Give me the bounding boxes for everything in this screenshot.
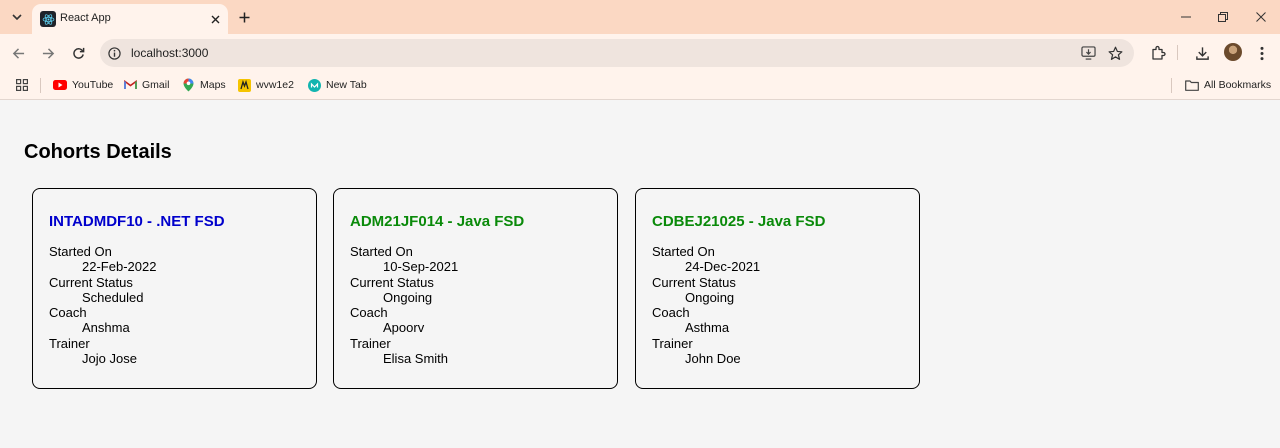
coach-label: Coach	[350, 305, 388, 321]
trainer-value: John Doe	[685, 351, 741, 367]
star-icon[interactable]	[1107, 45, 1123, 61]
youtube-icon	[53, 78, 67, 92]
forward-button[interactable]	[38, 43, 58, 63]
bookmark-label: wvw1e2	[256, 79, 294, 91]
cohort-card: CDBEJ21025 - Java FSD Started On 24-Dec-…	[635, 188, 920, 389]
close-icon	[211, 15, 219, 23]
tab-strip: React App	[0, 0, 1280, 34]
started-on-label: Started On	[652, 244, 715, 259]
tab-search-button[interactable]	[6, 7, 28, 27]
trainer-label: Trainer	[652, 335, 693, 351]
arrow-right-icon	[42, 47, 54, 59]
trainer-value: Elisa Smith	[383, 351, 449, 367]
back-button[interactable]	[8, 43, 28, 63]
tab-title: React App	[60, 12, 111, 24]
started-on-value: 24-Dec-2021	[685, 259, 761, 275]
current-status-value: Ongoing	[383, 289, 433, 305]
bookmark-favicon	[237, 78, 251, 92]
all-bookmarks-button[interactable]: All Bookmarks	[1185, 77, 1271, 93]
started-on-value: 10-Sep-2021	[383, 259, 459, 275]
active-tab[interactable]: React App	[32, 4, 228, 34]
reload-icon	[72, 47, 84, 59]
profile-avatar[interactable]	[1224, 43, 1242, 61]
cohort-card: ADM21JF014 - Java FSD Started On 10-Sep-…	[333, 188, 618, 389]
bookmark-new-tab[interactable]: New Tab	[307, 77, 367, 93]
arrow-left-icon	[12, 47, 24, 59]
apps-grid-icon	[15, 78, 29, 92]
chevron-down-icon	[12, 14, 22, 20]
bookmark-label: New Tab	[326, 79, 367, 91]
toolbar-divider	[1177, 45, 1178, 60]
bookmark-youtube[interactable]: YouTube	[53, 77, 113, 93]
current-status-value: Scheduled	[82, 289, 144, 305]
started-on-value: 22-Feb-2022	[82, 259, 157, 275]
bookmark-label: Maps	[200, 79, 226, 91]
started-on-label: Started On	[350, 244, 413, 259]
coach-label: Coach	[49, 305, 87, 321]
more-menu-icon[interactable]	[1253, 44, 1271, 62]
new-tab-button[interactable]	[234, 7, 254, 27]
coach-label: Coach	[652, 305, 690, 321]
started-on-label: Started On	[49, 244, 112, 259]
install-app-icon[interactable]	[1080, 45, 1096, 61]
browser-toolbar: localhost:3000	[0, 34, 1280, 71]
new-tab-favicon	[307, 78, 321, 92]
cohort-details: Started On 22-Feb-2022 Current Status Sc…	[49, 244, 156, 366]
apps-button[interactable]	[15, 77, 34, 93]
site-info-icon[interactable]	[107, 46, 121, 60]
extensions-icon[interactable]	[1149, 44, 1167, 62]
folder-icon	[1185, 78, 1199, 92]
cohort-details: Started On 10-Sep-2021 Current Status On…	[350, 244, 458, 366]
coach-value: Apoorv	[383, 320, 425, 336]
bookmark-label: YouTube	[72, 79, 114, 91]
bookmark-maps[interactable]: Maps	[181, 77, 226, 93]
tab-close-button[interactable]	[206, 10, 224, 28]
address-bar[interactable]: localhost:3000	[100, 39, 1134, 67]
gmail-icon	[123, 78, 137, 92]
bookmarks-divider	[40, 78, 41, 93]
reload-button[interactable]	[68, 43, 88, 63]
coach-value: Anshma	[82, 320, 130, 336]
cohort-title: INTADMDF10 - .NET FSD	[49, 213, 225, 230]
trainer-label: Trainer	[350, 335, 391, 351]
restore-button[interactable]	[1211, 6, 1235, 28]
close-window-button[interactable]	[1249, 6, 1273, 28]
bookmarks-divider	[1171, 78, 1172, 93]
bookmark-label: Gmail	[142, 79, 170, 91]
react-icon	[40, 11, 56, 27]
bookmarks-bar: YouTube Gmail Maps wvw1e2 New Tab All Bo…	[0, 71, 1280, 100]
trainer-label: Trainer	[49, 335, 90, 351]
cohort-card: INTADMDF10 - .NET FSD Started On 22-Feb-…	[32, 188, 317, 389]
minimize-icon	[1181, 16, 1191, 18]
cohort-title: ADM21JF014 - Java FSD	[350, 213, 525, 230]
current-status-label: Current Status	[350, 274, 434, 290]
cohort-title: CDBEJ21025 - Java FSD	[652, 213, 826, 230]
restore-icon	[1218, 12, 1228, 22]
current-status-value: Ongoing	[685, 289, 735, 305]
all-bookmarks-label: All Bookmarks	[1204, 79, 1272, 91]
coach-value: Asthma	[685, 320, 730, 336]
page-title: Cohorts Details	[24, 141, 172, 163]
close-icon	[1256, 12, 1266, 22]
bookmark-gmail[interactable]: Gmail	[123, 77, 169, 93]
bookmark-wvw1e2[interactable]: wvw1e2	[237, 77, 294, 93]
maps-icon	[181, 78, 195, 92]
minimize-button[interactable]	[1174, 6, 1198, 28]
current-status-label: Current Status	[49, 274, 133, 290]
download-icon[interactable]	[1193, 44, 1211, 62]
current-status-label: Current Status	[652, 274, 736, 290]
cohort-details: Started On 24-Dec-2021 Current Status On…	[652, 244, 760, 366]
trainer-value: Jojo Jose	[82, 351, 137, 367]
plus-icon	[239, 12, 249, 22]
url-text[interactable]: localhost:3000	[131, 46, 208, 60]
